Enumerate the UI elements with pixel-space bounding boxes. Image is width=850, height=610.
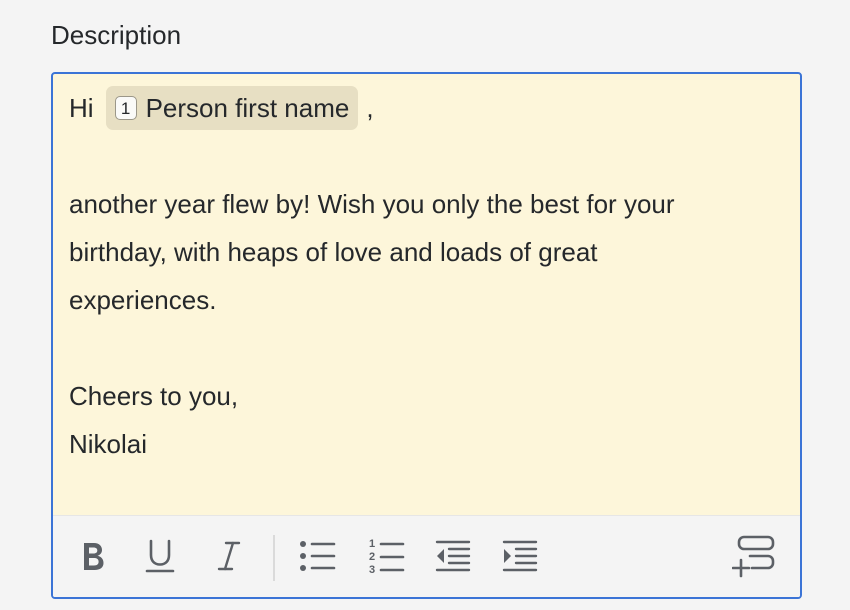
body-line: another year flew by! Wish you only the … [69, 189, 675, 220]
indent-icon [502, 539, 538, 573]
svg-text:1: 1 [369, 538, 375, 550]
indent-button[interactable] [500, 536, 540, 576]
svg-text:2: 2 [369, 551, 375, 563]
person-first-name-chip[interactable]: 1 Person first name [105, 86, 359, 131]
signature-line: Nikolai [69, 429, 148, 460]
empty-line [69, 132, 784, 180]
description-editor[interactable]: Hi 1 Person first name, another year flew … [51, 72, 802, 599]
insert-field-icon [732, 534, 776, 578]
description-label: Description [51, 20, 182, 50]
numbered-list-button[interactable]: 1 2 3 [366, 536, 406, 576]
chip-label: Person first name [145, 93, 350, 124]
italic-icon [215, 539, 243, 573]
chip-number-badge: 1 [114, 96, 137, 121]
greeting-line: Hi 1 Person first name, [69, 84, 784, 132]
editor-content[interactable]: Hi 1 Person first name, another year flew … [69, 84, 784, 468]
empty-line [69, 324, 784, 372]
formatting-toolbar: 1 2 3 [53, 515, 800, 597]
greeting-text: Hi [69, 93, 94, 123]
outdent-icon [435, 539, 471, 573]
bulleted-list-button[interactable] [297, 536, 337, 576]
svg-text:3: 3 [369, 564, 375, 575]
underline-button[interactable] [140, 536, 180, 576]
outdent-button[interactable] [433, 536, 473, 576]
bold-button[interactable] [73, 536, 113, 576]
toolbar-divider [273, 535, 275, 581]
insert-field-button[interactable] [732, 534, 776, 578]
bulleted-list-icon [298, 539, 336, 573]
body-line: birthday, with heaps of love and loads o… [69, 237, 598, 268]
body-line: experiences. [69, 285, 217, 316]
bold-icon [78, 539, 108, 573]
greeting-suffix: , [366, 93, 374, 123]
closing-line: Cheers to you, [69, 381, 239, 412]
numbered-list-icon: 1 2 3 [367, 537, 405, 575]
italic-button[interactable] [209, 536, 249, 576]
underline-icon [144, 538, 176, 574]
